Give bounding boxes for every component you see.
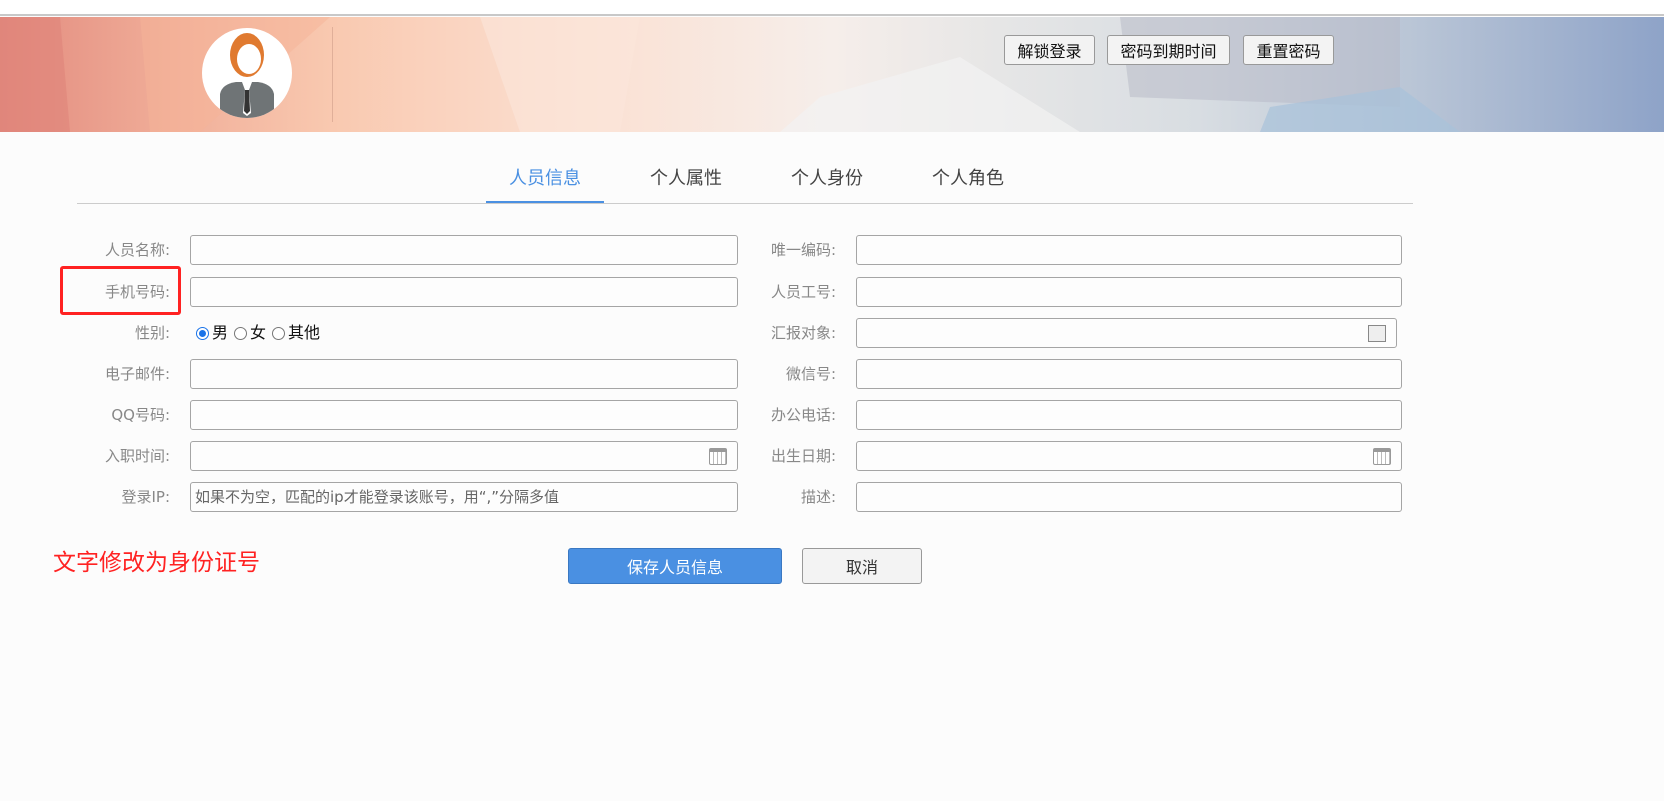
description-label: 描述: bbox=[800, 488, 836, 506]
reset-password-button[interactable]: 重置密码 bbox=[1243, 35, 1334, 65]
birth-date-input[interactable] bbox=[856, 441, 1402, 471]
gender-other-radio[interactable] bbox=[272, 327, 286, 340]
user-picker-icon[interactable] bbox=[1368, 325, 1386, 342]
profile-banner: 解锁登录 密码到期时间 重置密码 bbox=[0, 17, 1664, 132]
unique-code-label: 唯一编码: bbox=[770, 241, 836, 259]
top-strip bbox=[0, 0, 1664, 16]
email-input[interactable] bbox=[190, 359, 738, 389]
name-label: 人员名称: bbox=[104, 241, 170, 259]
password-expiry-button[interactable]: 密码到期时间 bbox=[1107, 35, 1230, 65]
wechat-label: 微信号: bbox=[785, 365, 836, 383]
cancel-button[interactable]: 取消 bbox=[802, 548, 922, 584]
hire-date-label: 入职时间: bbox=[104, 447, 170, 465]
tab-personal-attributes[interactable]: 个人属性 bbox=[627, 160, 745, 203]
unlock-login-button[interactable]: 解锁登录 bbox=[1004, 35, 1095, 65]
office-phone-label: 办公电话: bbox=[770, 406, 836, 424]
gender-female-label: 女 bbox=[250, 323, 267, 342]
name-input[interactable] bbox=[190, 235, 738, 265]
save-button[interactable]: 保存人员信息 bbox=[568, 548, 782, 584]
email-label: 电子邮件: bbox=[104, 365, 170, 383]
gender-female-radio[interactable] bbox=[234, 327, 248, 340]
mobile-input[interactable] bbox=[190, 277, 738, 307]
annotation-note: 文字修改为身份证号 bbox=[53, 550, 260, 576]
office-phone-input[interactable] bbox=[856, 400, 1402, 430]
unique-code-input[interactable] bbox=[856, 235, 1402, 265]
hire-date-input[interactable] bbox=[190, 441, 738, 471]
tab-bar: 人员信息 个人属性 个人身份 个人角色 bbox=[77, 160, 1413, 204]
person-icon bbox=[220, 33, 274, 118]
report-to-input[interactable] bbox=[856, 318, 1397, 348]
login-ip-label: 登录IP: bbox=[121, 488, 170, 506]
wechat-input[interactable] bbox=[856, 359, 1402, 389]
employee-number-label: 人员工号: bbox=[770, 283, 836, 301]
gender-male-radio[interactable] bbox=[196, 327, 209, 340]
gender-male-label: 男 bbox=[212, 323, 229, 342]
user-avatar[interactable] bbox=[202, 28, 292, 118]
tab-personal-identity[interactable]: 个人身份 bbox=[768, 160, 886, 203]
gender-radio-group: 男 女 其他 bbox=[190, 318, 320, 348]
employee-number-input[interactable] bbox=[856, 277, 1402, 307]
qq-label: QQ号码: bbox=[111, 406, 170, 424]
tab-person-info[interactable]: 人员信息 bbox=[486, 160, 604, 203]
calendar-icon[interactable] bbox=[1373, 448, 1391, 465]
report-to-label: 汇报对象: bbox=[770, 324, 836, 342]
qq-input[interactable] bbox=[190, 400, 738, 430]
gender-label: 性别: bbox=[134, 324, 170, 342]
description-input[interactable] bbox=[856, 482, 1402, 512]
annotation-highlight-box bbox=[60, 266, 181, 315]
gender-other-label: 其他 bbox=[288, 323, 321, 342]
tab-personal-roles[interactable]: 个人角色 bbox=[909, 160, 1027, 203]
banner-divider bbox=[332, 27, 333, 122]
birth-date-label: 出生日期: bbox=[770, 447, 836, 465]
login-ip-input[interactable]: 如果不为空，匹配的ip才能登录该账号，用“,”分隔多值 bbox=[190, 482, 738, 512]
